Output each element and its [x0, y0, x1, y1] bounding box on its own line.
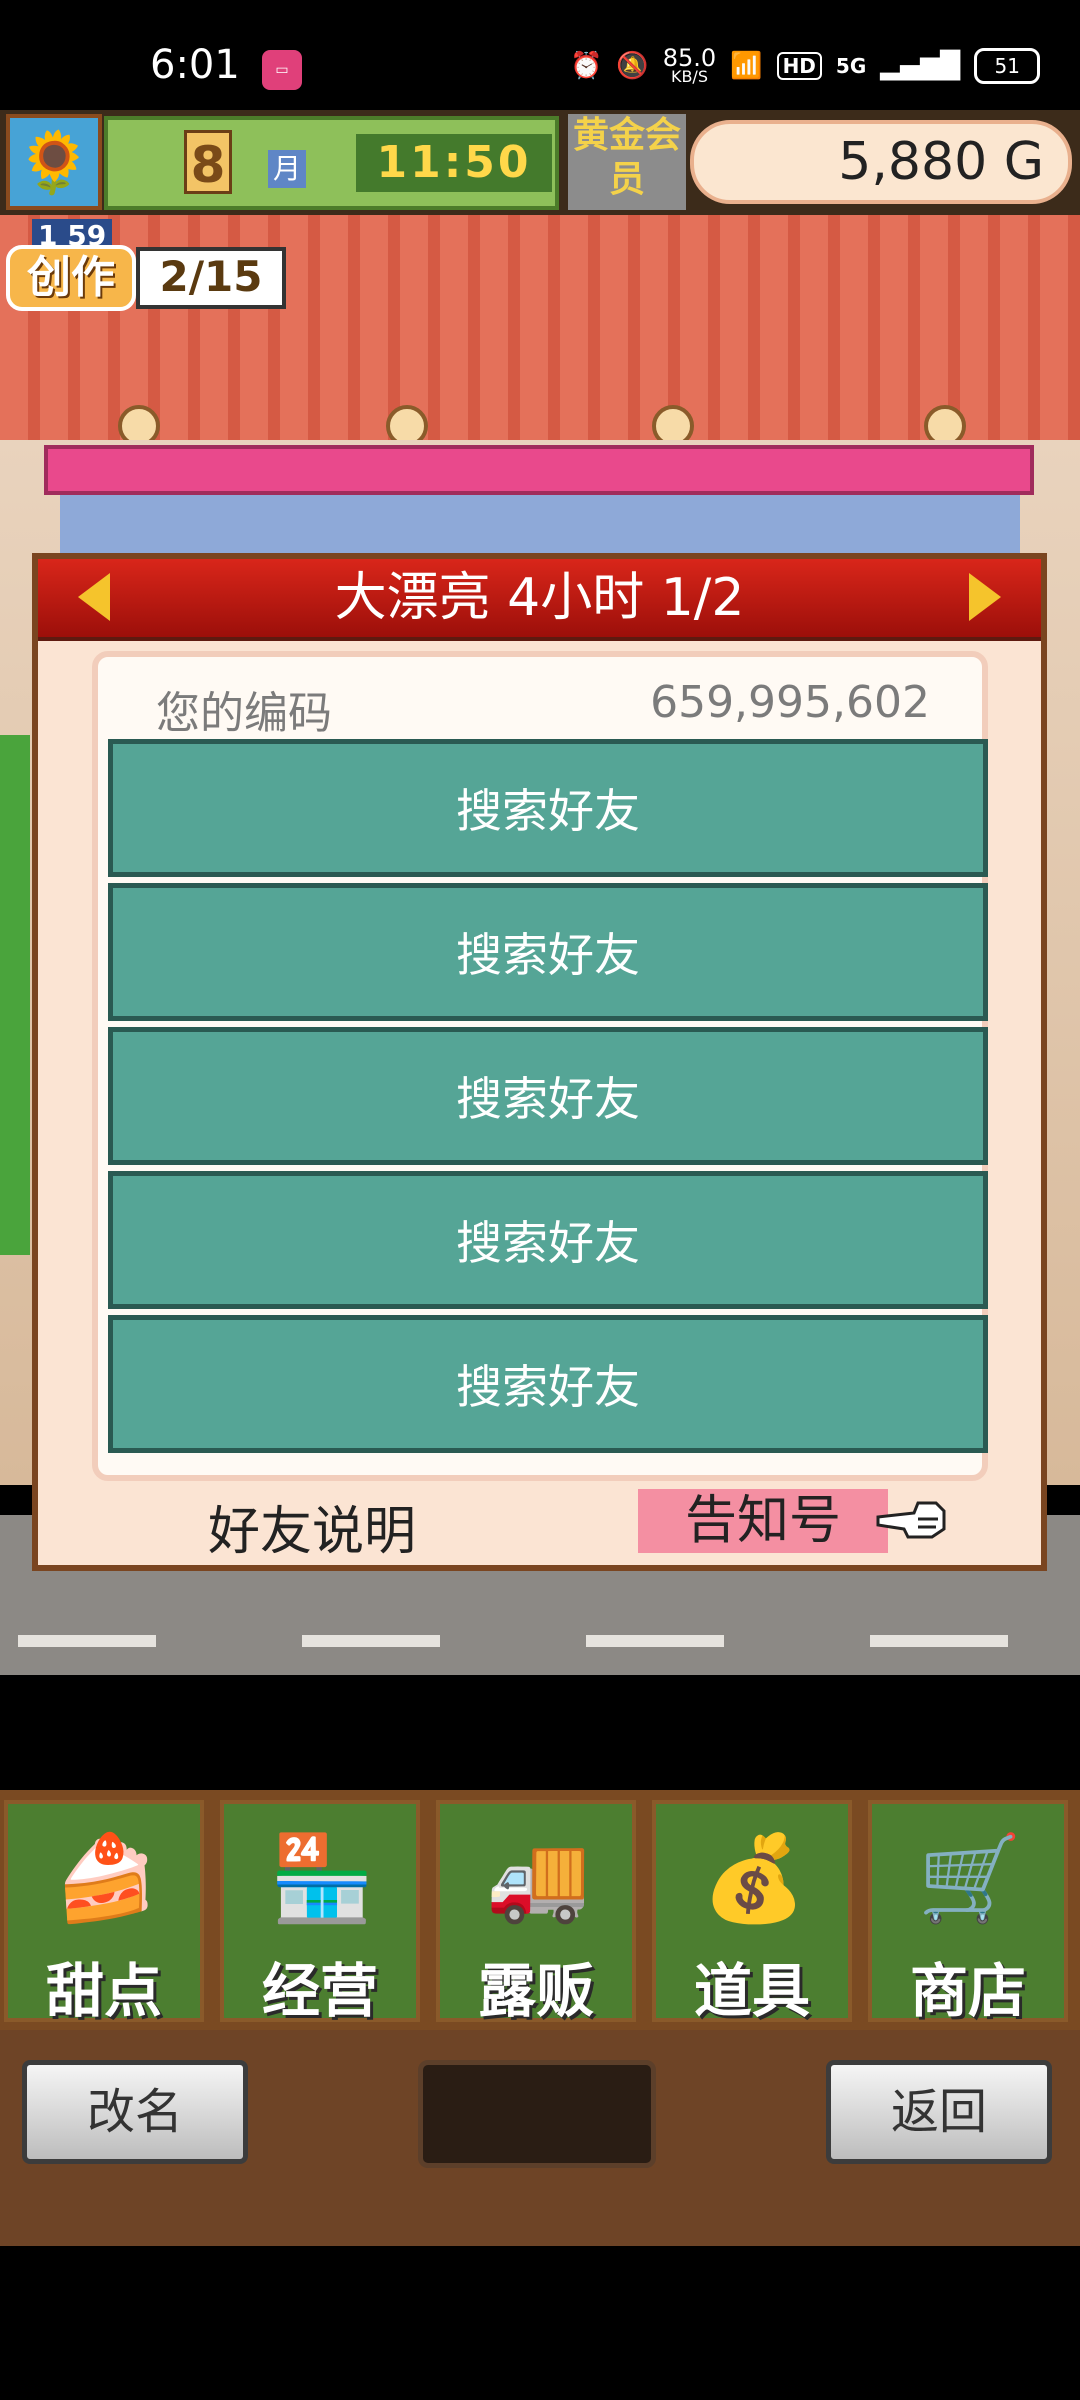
status-icons: ⏰ 🔕 85.0 KB/S 📶 HD 5G ▂▄▆█ 51 — [570, 44, 1041, 88]
friend-dialog: 大漂亮 4小时 1/2 您的编码 659,995,602 搜索好友 搜索好友 搜… — [32, 553, 1047, 1571]
friend-panel: 您的编码 659,995,602 搜索好友 搜索好友 搜索好友 搜索好友 搜索好… — [92, 651, 988, 1481]
next-arrow-icon[interactable] — [969, 573, 1001, 621]
road-dash — [586, 1635, 724, 1647]
sunflower-icon[interactable]: 🌻 — [6, 114, 102, 210]
wifi-icon: 📶 — [730, 51, 763, 81]
status-bar: 6:01 ▭ ⏰ 🔕 85.0 KB/S 📶 HD 5G ▂▄▆█ 51 — [0, 0, 1080, 110]
tab-label: 甜点 — [45, 1957, 162, 2025]
tab-label: 经营 — [261, 1957, 378, 2025]
tab-label: 商店 — [909, 1957, 1026, 2025]
search-friend-button[interactable]: 搜索好友 — [108, 1027, 988, 1165]
dialog-title: 大漂亮 4小时 1/2 — [334, 568, 745, 628]
awning — [44, 445, 1034, 495]
battery-icon: 51 — [974, 48, 1041, 84]
search-friend-button[interactable]: 搜索好友 — [108, 883, 988, 1021]
code-value: 659,995,602 — [650, 677, 930, 728]
net-speed: 85.0 KB/S — [662, 44, 717, 86]
search-friend-button[interactable]: 搜索好友 — [108, 1315, 988, 1453]
tab-items[interactable]: 💰 道具 — [652, 1800, 852, 2025]
dialog-header: 大漂亮 4小时 1/2 — [38, 559, 1041, 641]
gold-balance: 5,880 G — [690, 120, 1072, 204]
tab-label: 露贩 — [477, 1957, 594, 2025]
tab-manage[interactable]: 🏪 经营 — [220, 1800, 420, 2025]
date-time-panel: 8 月 11:50 — [104, 116, 559, 210]
tab-store[interactable]: 🛒 商店 — [868, 1800, 1068, 2025]
bilibili-icon: ▭ — [262, 50, 302, 90]
back-button[interactable]: 返回 — [826, 2060, 1052, 2164]
craft-status[interactable]: 1 59 创作 2/15 — [6, 215, 292, 315]
notify-code-button[interactable]: 告知号 — [638, 1489, 888, 1553]
signal-5g: 5G — [835, 54, 867, 78]
cart-icon: 🛒 — [917, 1829, 1023, 1927]
tab-label: 道具 — [693, 1957, 810, 2025]
tab-street-vendor[interactable]: 🚚 露贩 — [436, 1800, 636, 2025]
top-hud: 🌻 8 月 11:50 黄金会员 5,880 G — [0, 110, 1080, 215]
code-label: 您的编码 — [156, 688, 332, 739]
signal-icon: ▂▄▆█ — [880, 51, 961, 81]
craft-count: 2/15 — [136, 247, 286, 309]
status-time: 6:01 — [150, 42, 240, 88]
search-friend-button[interactable]: 搜索好友 — [108, 739, 988, 877]
cake-icon: 🍰 — [53, 1829, 159, 1927]
game-clock: 11:50 — [356, 134, 552, 192]
shop-icon: 🏪 — [269, 1829, 375, 1927]
alarm-icon: ⏰ — [570, 51, 603, 81]
road-dash — [18, 1635, 156, 1647]
month-unit: 月 — [268, 150, 306, 188]
friend-help-button[interactable]: 好友说明 — [208, 1489, 416, 1564]
pointing-hand-icon — [876, 1501, 946, 1539]
tree — [0, 735, 30, 1255]
center-slot — [418, 2060, 656, 2168]
rename-button[interactable]: 改名 — [22, 2060, 248, 2164]
tab-dessert[interactable]: 🍰 甜点 — [4, 1800, 204, 2025]
hd-badge: HD — [776, 52, 822, 80]
mute-icon: 🔕 — [616, 51, 649, 81]
friend-slot-list: 搜索好友 搜索好友 搜索好友 搜索好友 搜索好友 — [108, 739, 988, 1459]
road-dash — [302, 1635, 440, 1647]
items-icon: 💰 — [701, 1829, 807, 1927]
month-value: 8 — [184, 130, 232, 194]
craft-label: 创作 — [6, 245, 136, 311]
gold-member-badge[interactable]: 黄金会员 — [568, 114, 686, 210]
road-dash — [870, 1635, 1008, 1647]
bottom-action-bar: 改名 返回 — [0, 2030, 1080, 2246]
food-truck-icon: 🚚 — [485, 1829, 591, 1927]
search-friend-button[interactable]: 搜索好友 — [108, 1171, 988, 1309]
bottom-menu: 🍰 甜点 🏪 经营 🚚 露贩 💰 道具 🛒 商店 — [0, 1790, 1080, 2030]
